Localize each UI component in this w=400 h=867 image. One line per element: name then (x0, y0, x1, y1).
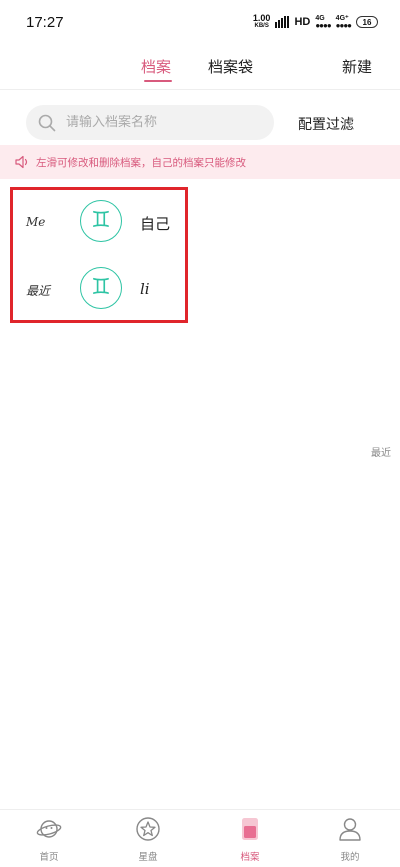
nav-archive-label: 档案 (240, 852, 260, 863)
tab-archive-bag[interactable]: 档案袋 (208, 56, 253, 77)
archive-item-tag: Me (26, 215, 46, 229)
archive-list: Me ♊ 自己 最近 ♊ li (10, 187, 188, 323)
tab-archive[interactable]: 档案 (141, 56, 171, 77)
archive-item-me[interactable]: Me ♊ 自己 (13, 196, 185, 256)
notice-banner: 左滑可修改和删除档案，自己的档案只能修改 (0, 145, 400, 179)
new-archive-button[interactable]: 新建 (342, 56, 372, 77)
status-bar: 17:27 1.00 KB/S HD 4G ●●●● 4G⁺ ●●●● 16 (0, 0, 400, 44)
notice-text: 左滑可修改和删除档案，自己的档案只能修改 (36, 156, 246, 169)
active-tab-indicator (144, 80, 172, 82)
net-speed-unit: KB/S (254, 23, 269, 29)
signal-1: 4G ●●●● (315, 15, 331, 30)
gemini-icon: ♊ (80, 200, 122, 242)
search-icon (38, 114, 56, 131)
archive-item-li[interactable]: 最近 ♊ li (13, 263, 185, 323)
bottom-nav: 首页 星盘 档案 我的 (0, 809, 400, 867)
nav-mine-label: 我的 (340, 852, 360, 863)
person-icon (339, 818, 361, 841)
nav-archive[interactable]: 档案 (220, 816, 280, 866)
network-speed: 1.00 KB/S (253, 14, 271, 30)
signal-2: 4G⁺ ●●●● (335, 15, 352, 30)
zodiac-glyph: ♊ (91, 208, 111, 233)
nav-home[interactable]: 首页 (19, 816, 79, 866)
nav-astrolabe-label: 星盘 (138, 852, 158, 863)
nav-astrolabe[interactable]: 星盘 (118, 816, 178, 866)
wifi-calling-icon (275, 16, 290, 28)
nav-mine[interactable]: 我的 (320, 816, 380, 866)
gemini-icon: ♊ (80, 267, 122, 309)
star-badge-icon (136, 817, 160, 841)
search-box[interactable] (26, 105, 274, 140)
net-speed-value: 1.00 (252, 13, 271, 23)
planet-icon (36, 820, 62, 838)
status-time: 17:27 (26, 14, 64, 31)
speaker-icon (15, 155, 28, 169)
signal-2-bars-icon: ●●●● (335, 21, 352, 30)
top-tab-bar: 档案 档案袋 新建 (0, 44, 400, 90)
battery-level: 16 (362, 17, 372, 27)
search-input[interactable] (66, 115, 256, 130)
archive-item-name: 自己 (140, 215, 171, 233)
nav-home-label: 首页 (39, 852, 59, 863)
hd-badge: HD (294, 16, 311, 28)
filter-config-button[interactable]: 配置过滤 (298, 114, 354, 134)
signal-1-bars-icon: ●●●● (315, 21, 331, 30)
archive-item-tag: 最近 (26, 284, 51, 298)
battery-icon: 16 (356, 16, 378, 28)
zodiac-glyph: ♊ (91, 275, 111, 300)
archive-icon (242, 818, 258, 840)
archive-item-name: li (140, 280, 150, 298)
status-indicators: 1.00 KB/S HD 4G ●●●● 4G⁺ ●●●● 16 (253, 12, 378, 32)
side-index-recent[interactable]: 最近 (371, 444, 391, 459)
